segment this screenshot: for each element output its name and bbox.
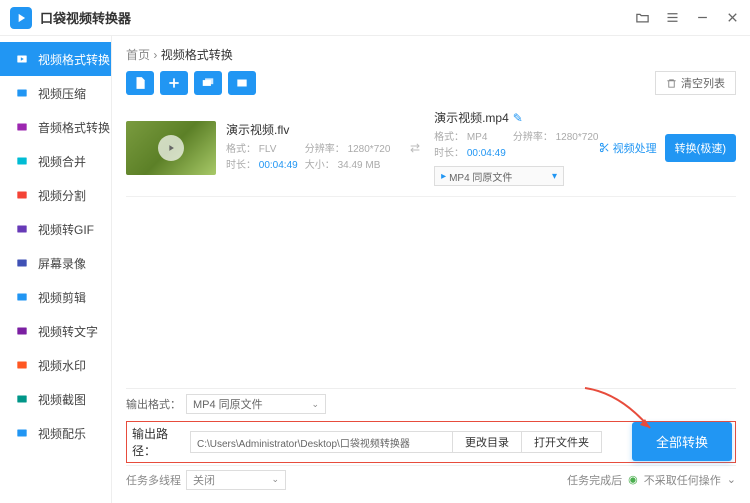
convert-item-button[interactable]: 转换(极速) [665,134,736,162]
output-format-select[interactable]: MP4 同原文件 ⌄ [186,394,326,414]
edit-name-icon[interactable]: ✎ [513,111,523,125]
gif-icon [14,221,30,237]
sidebar-item-cut[interactable]: 视频剪辑 [0,280,111,314]
video-item-row: 演示视频.flv 格式： FLV 分辨率： 1280*720 时长： 00:04… [126,103,736,197]
sidebar-item-compress[interactable]: 视频压缩 [0,76,111,110]
convert-all-button[interactable]: 全部转换 [632,422,732,461]
toolbar: 清空列表 [126,71,736,95]
chevron-down-icon: ⌄ [311,399,319,410]
screenshot-icon [14,391,30,407]
sidebar: 视频格式转换 视频压缩 音频格式转换 视频合并 视频分割 视频转GIF 屏幕录像… [0,36,112,503]
after-done-label: 任务完成后 [567,472,622,488]
chevron-down-icon: ⌄ [271,474,279,485]
watermark-icon [14,357,30,373]
add-file-button[interactable] [126,71,154,95]
record-icon [14,255,30,271]
convert-icon [14,51,30,67]
open-folder-button[interactable]: 打开文件夹 [522,431,602,453]
sidebar-item-video-convert[interactable]: 视频格式转换 [0,42,111,76]
sidebar-item-label: 视频剪辑 [38,289,86,306]
minimize-button[interactable] [694,10,710,26]
sidebar-item-watermark[interactable]: 视频水印 [0,348,111,382]
source-filename: 演示视频.flv [226,121,396,138]
content: 首页 › 视频格式转换 清空列表 演示视频.flv 格式： FLV 分辨率： 1… [112,36,750,503]
output-path-input[interactable]: C:\Users\Administrator\Desktop\口袋视频转换器 [190,431,453,453]
sidebar-item-screenshot[interactable]: 视频截图 [0,382,111,416]
change-dir-button[interactable]: 更改目录 [453,431,522,453]
output-filename: 演示视频.mp4 [434,109,509,126]
add-batch-button[interactable] [194,71,222,95]
clear-list-button[interactable]: 清空列表 [655,71,736,95]
app-title: 口袋视频转换器 [40,8,634,27]
sidebar-item-label: 屏幕录像 [38,255,86,272]
chevron-down-icon: ▾ [552,171,557,182]
folder-icon[interactable] [634,10,650,26]
sidebar-item-label: 视频分割 [38,187,86,204]
sidebar-item-label: 视频压缩 [38,85,86,102]
play-icon [158,135,184,161]
add-folder-button[interactable] [160,71,188,95]
crumb-home[interactable]: 首页 [126,48,150,62]
sidebar-item-label: 视频截图 [38,391,86,408]
source-info: 演示视频.flv 格式： FLV 分辨率： 1280*720 时长： 00:04… [226,121,396,174]
output-info: 演示视频.mp4 ✎ 格式： MP4 分辨率： 1280*720 时长： 00:… [434,109,598,186]
sidebar-item-label: 视频配乐 [38,425,86,442]
app-logo [10,7,32,29]
sidebar-item-text[interactable]: 视频转文字 [0,314,111,348]
compress-icon [14,85,30,101]
sidebar-item-label: 视频转文字 [38,323,98,340]
cut-icon [14,289,30,305]
output-path-label: 输出路径： [130,425,190,459]
chevron-down-icon[interactable]: ⌄ [727,473,736,486]
sidebar-item-merge[interactable]: 视频合并 [0,144,111,178]
add-url-button[interactable] [228,71,256,95]
menu-icon[interactable] [664,10,680,26]
swap-icon: ⇄ [410,141,420,155]
crumb-current: 视频格式转换 [161,48,233,62]
check-icon: ◉ [628,473,638,486]
item-format-select[interactable]: ▸ MP4 同原文件 ▾ [434,166,564,186]
split-icon [14,187,30,203]
sidebar-item-split[interactable]: 视频分割 [0,178,111,212]
sidebar-item-record[interactable]: 屏幕录像 [0,246,111,280]
thread-select[interactable]: 关闭 ⌄ [186,470,286,490]
sidebar-item-label: 视频合并 [38,153,86,170]
sidebar-item-audio-convert[interactable]: 音频格式转换 [0,110,111,144]
after-done-value: 不采取任何操作 [644,472,721,488]
trash-icon [666,78,677,89]
video-thumbnail[interactable] [126,121,216,175]
sidebar-item-label: 视频格式转换 [38,51,110,68]
video-process-link[interactable]: 视频处理 [599,140,657,156]
audio-icon [14,119,30,135]
text-icon [14,323,30,339]
thread-label: 任务多线程 [126,472,186,488]
sidebar-item-music[interactable]: 视频配乐 [0,416,111,450]
sidebar-item-label: 视频转GIF [38,221,94,238]
output-format-label: 输出格式： [126,396,186,412]
merge-icon [14,153,30,169]
breadcrumb: 首页 › 视频格式转换 [126,46,736,63]
scissors-icon [599,142,610,153]
sidebar-item-gif[interactable]: 视频转GIF [0,212,111,246]
sidebar-item-label: 视频水印 [38,357,86,374]
close-button[interactable] [724,10,740,26]
music-icon [14,425,30,441]
titlebar: 口袋视频转换器 [0,0,750,36]
sidebar-item-label: 音频格式转换 [38,119,110,136]
